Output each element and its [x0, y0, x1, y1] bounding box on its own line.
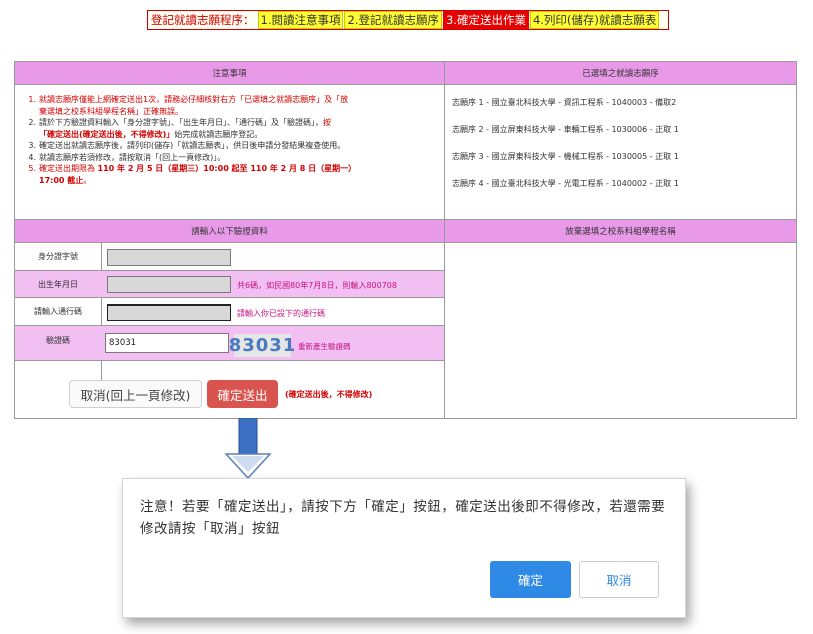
steps-lead-label: 登記就讀志願程序：	[151, 13, 255, 27]
cancel-back-button[interactable]: 取消(回上一頁修改)	[69, 380, 202, 408]
divider	[15, 242, 796, 243]
captcha-image: 83031	[228, 334, 297, 357]
captcha-label: 驗證碼	[46, 335, 70, 345]
captcha-refresh-link[interactable]: 重新產生驗證碼	[298, 341, 351, 352]
preference-item: 志願序 2 - 國立屏東科技大學 - 車輛工程系 - 1030006 - 正取 …	[452, 125, 679, 134]
note-text: 確定送出期限為 110 年 2 月 5 日（星期三）10:00 起至 110 年…	[39, 163, 356, 186]
note-item-3: 3. 確定送出就讀志願序後，請列印(儲存)「就讀志願表」，供日後申請分發結果複查…	[21, 140, 441, 152]
step-confirm-submit[interactable]: 3.確定送出作業	[442, 11, 529, 29]
birth-hint: 共6碼，如民國80年7月8日，則輸入800708	[237, 281, 397, 290]
main-table: 注意事項 已選填之就讀志願序 1. 就讀志願序僅能上網確定送出1次，請務必仔細核…	[14, 61, 797, 419]
birth-date-input[interactable]	[107, 276, 231, 293]
note-segment: 17:00 截止	[39, 175, 84, 185]
notes-list: 1. 就讀志願序僅能上網確定送出1次，請務必仔細核對右方「已選填之就讀志願序」及…	[21, 94, 441, 186]
procedure-steps-bar: 登記就讀志願程序： 1.閱讀注意事項 2.登記就讀志願序 3.確定送出作業 4.…	[147, 10, 669, 30]
id-label: 身分證字號	[38, 252, 78, 261]
step-print-form[interactable]: 4.列印(儲存)就讀志願表	[529, 11, 660, 29]
birth-label: 出生年月日	[38, 279, 78, 289]
dialog-cancel-button[interactable]: 取消	[579, 561, 659, 598]
confirm-dialog: 注意！若要「確定送出」，請按下方「確定」按鈕，確定送出後即不得修改，若還需要修改…	[122, 478, 686, 618]
note-line: 棄選填之校系科組學程名稱」正確無誤。	[39, 106, 183, 116]
note-number: 4.	[28, 152, 36, 162]
verify-header: 請輸入以下驗證資料	[15, 220, 444, 242]
step-read-notes[interactable]: 1.閱讀注意事項	[257, 11, 344, 29]
confirm-submit-button[interactable]: 確定送出	[207, 380, 278, 408]
id-number-input[interactable]	[107, 249, 231, 266]
note-segment: 。	[83, 175, 92, 185]
divider	[15, 360, 444, 361]
note-item-4: 4. 就讀志願序若須修改，請按取消「(回上一頁修改)」。	[21, 152, 441, 164]
note-segment: 「確定送出(確定送出後，不得修改)」	[39, 129, 175, 139]
preference-item: 志願序 4 - 國立臺北科技大學 - 光電工程系 - 1040002 - 正取 …	[452, 179, 679, 188]
column-divider	[444, 62, 445, 418]
passcode-label: 請輸入通行碼	[34, 307, 82, 316]
divider	[15, 84, 796, 85]
note-item-2: 2. 請於下方驗證資料輸入「身分證字號」、「出生年月日」、「通行碼」及「驗證碼」…	[21, 117, 441, 140]
passcode-input[interactable]	[107, 304, 231, 321]
note-segment: 按	[323, 118, 331, 127]
note-number: 2.	[28, 118, 36, 127]
dialog-ok-button[interactable]: 確定	[490, 561, 571, 598]
note-text: 就讀志願序若須修改，請按取消「(回上一頁修改)」。	[39, 152, 226, 162]
note-segment: 始完成就讀志願序登記。	[174, 129, 263, 139]
note-segment: 請於下方驗證資料輸入「身分證字號」、「出生年月日」、「通行碼」及「驗證碼」，	[39, 118, 323, 127]
dialog-message: 注意！若要「確定送出」，請按下方「確定」按鈕，確定送出後即不得修改，若還需要修改…	[140, 499, 666, 537]
down-arrow-icon	[224, 418, 272, 480]
note-number: 3.	[28, 141, 36, 150]
abandoned-header: 放棄選填之校系科組學程名稱	[445, 220, 796, 242]
note-number: 1.	[28, 95, 36, 104]
preference-item: 志願序 1 - 國立臺北科技大學 - 資訊工程系 - 1040003 - 備取2	[452, 98, 677, 107]
note-item-5: 5. 確定送出期限為 110 年 2 月 5 日（星期三）10:00 起至 11…	[21, 163, 441, 186]
note-text: 請於下方驗證資料輸入「身分證字號」、「出生年月日」、「通行碼」及「驗證碼」，按「…	[39, 117, 331, 140]
note-text: 確定送出就讀志願序後，請列印(儲存)「就讀志願表」，供日後申請分發結果複查使用。	[39, 141, 346, 150]
note-item-1: 1. 就讀志願序僅能上網確定送出1次，請務必仔細核對右方「已選填之就讀志願序」及…	[21, 94, 441, 117]
selected-preferences-header: 已選填之就讀志願序	[445, 62, 796, 84]
passcode-hint: 請輸入你已設下的通行碼	[237, 309, 325, 318]
captcha-input[interactable]: 83031	[105, 333, 229, 353]
notes-header: 注意事項	[15, 62, 444, 84]
step-register-preferences[interactable]: 2.登記就讀志願序	[344, 11, 442, 29]
note-line: 就讀志願序僅能上網確定送出1次，請務必仔細核對右方「已選填之就讀志願序」及「放	[39, 95, 349, 104]
note-text: 就讀志願序僅能上網確定送出1次，請務必仔細核對右方「已選填之就讀志願序」及「放棄…	[39, 94, 348, 117]
note-number: 5.	[28, 164, 36, 173]
note-segment: 110 年 2 月 5 日（星期三）10:00 起至 110 年 2 月 8 日…	[97, 164, 357, 173]
submit-warning: (確定送出後，不得修改)	[285, 390, 373, 399]
note-segment: 確定送出期限為	[39, 164, 98, 173]
preference-item: 志願序 3 - 國立屏東科技大學 - 機械工程系 - 1030005 - 正取 …	[452, 152, 679, 161]
